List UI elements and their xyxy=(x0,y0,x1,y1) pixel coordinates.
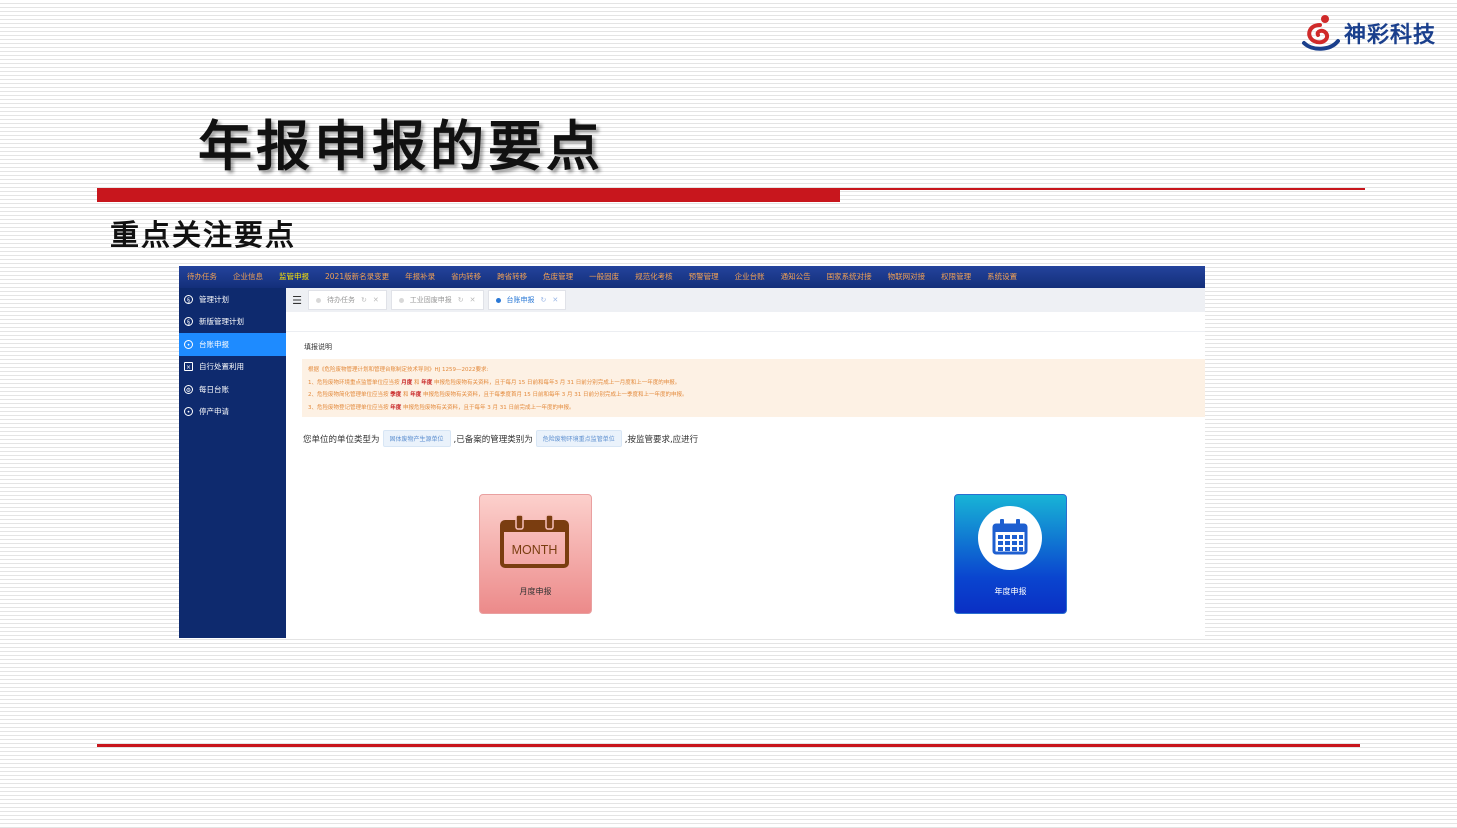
notice-line: 3、危险废物登记管理单位应当按 年度 申报危险废物有关资料，且于每年 3 月 3… xyxy=(308,404,575,411)
tab-dot-icon xyxy=(398,297,404,303)
sidebar-item-stop-production[interactable]: • 停产申请 xyxy=(179,401,286,424)
nav-item-todo[interactable]: 待办任务 xyxy=(179,266,225,288)
section-divider xyxy=(286,331,1205,332)
tab-label: 台账申报 xyxy=(506,296,535,304)
notice-line: 根据《危险废物管理计划和管理台账制定技术导则》HJ 1259—2022要求: xyxy=(308,367,489,373)
sidebar-item-label: 每日台账 xyxy=(199,384,229,394)
unit-middle: ,已备案的管理类别为 xyxy=(453,434,533,445)
sidebar-item-plan[interactable]: § 管理计划 xyxy=(179,288,286,311)
monthly-report-label: 月度申报 xyxy=(519,587,552,596)
annual-report-button[interactable]: 年度申报 xyxy=(954,494,1067,614)
sidebar-item-self-disposal[interactable]: × 自行处置利用 xyxy=(179,356,286,379)
tab-label: 待办任务 xyxy=(327,296,355,304)
section-label: 填报说明 xyxy=(304,343,332,351)
notice-line: 2、危险废物简化管理单位应当按 季度 和 年度 申报危险废物有关资料，且于每季度… xyxy=(308,392,688,398)
close-icon[interactable]: ✕ xyxy=(470,296,476,304)
gear-icon: ⚙ xyxy=(184,384,193,394)
monthly-report-button[interactable]: MONTH 月度申报 xyxy=(479,494,592,614)
tab-todo[interactable]: 待办任务 ↻ ✕ xyxy=(308,290,387,310)
nav-item-intra-province-transfer[interactable]: 省内转移 xyxy=(443,266,489,288)
year-calendar-icon xyxy=(978,506,1042,570)
nav-item-inter-province-transfer[interactable]: 跨省转移 xyxy=(489,266,535,288)
notice-line: 1、危险废物环境重点监管单位应当按 月度 和 年度 申报危险废物有关资料，且于每… xyxy=(308,379,681,386)
footer-divider xyxy=(97,744,1360,747)
close-icon[interactable]: ✕ xyxy=(373,296,379,304)
nav-item-catalog-change[interactable]: 2021版新名录变更 xyxy=(317,266,397,288)
month-calendar-icon: MONTH xyxy=(500,514,569,568)
slide-title: 年报申报的要点 xyxy=(198,114,604,178)
unit-info-line: 您单位的单位类型为 固体废物产生源单位 ,已备案的管理类别为 危险废物环境重点监… xyxy=(303,430,698,447)
refresh-icon[interactable]: ↻ xyxy=(361,296,367,304)
nav-item-annual-supplement[interactable]: 年报补录 xyxy=(397,266,443,288)
sidebar-item-daily-ledger[interactable]: ⚙ 每日台账 xyxy=(179,378,286,401)
unit-type-badge: 固体废物产生源单位 xyxy=(382,430,451,447)
tab-dot-icon xyxy=(495,297,501,303)
app-screenshot: 待办任务 企业信息 监管申报 2021版新名录变更 年报补录 省内转移 跨省转移… xyxy=(179,266,1205,638)
sidebar-item-label: 台账申报 xyxy=(199,339,229,349)
title-divider-thin xyxy=(840,188,1365,190)
refresh-icon[interactable]: ↻ xyxy=(541,296,547,304)
stop-icon: • xyxy=(184,407,193,417)
main-content: ☰ 待办任务 ↻ ✕ 工业固废申报 ↻ ✕ 台账申报 ↻ ✕ 填报说明 根据《危… xyxy=(286,288,1205,638)
sidebar-item-label: 停产申请 xyxy=(199,407,229,417)
nav-item-hazardous-waste[interactable]: 危废管理 xyxy=(535,266,581,288)
instructions-notice: 根据《危险废物管理计划和管理台账制定技术导则》HJ 1259—2022要求: 1… xyxy=(302,359,1205,417)
nav-item-company-info[interactable]: 企业信息 xyxy=(225,266,271,288)
sidebar-item-label: 管理计划 xyxy=(199,294,229,304)
target-icon: • xyxy=(184,339,193,349)
slide-subtitle: 重点关注要点 xyxy=(110,218,297,252)
brand-logo: 神彩科技 xyxy=(1300,12,1450,54)
refresh-icon[interactable]: ↻ xyxy=(458,296,464,304)
plan-icon: § xyxy=(184,317,193,327)
svg-text:MONTH: MONTH xyxy=(512,543,558,557)
nav-item-ledger[interactable]: 企业台账 xyxy=(727,266,773,288)
tab-dot-icon xyxy=(316,297,321,303)
plan-icon: § xyxy=(184,294,193,304)
nav-item-warning[interactable]: 预警管理 xyxy=(681,266,727,288)
sidebar-item-ledger-report[interactable]: • 台账申报 xyxy=(179,333,286,356)
close-icon[interactable]: ✕ xyxy=(552,296,558,304)
unit-prefix: 您单位的单位类型为 xyxy=(303,434,380,445)
nav-item-general-solid-waste[interactable]: 一般固废 xyxy=(581,266,627,288)
nav-item-iot[interactable]: 物联网对接 xyxy=(880,266,934,288)
tab-ledger-report[interactable]: 台账申报 ↻ ✕ xyxy=(487,290,567,310)
nav-item-national-system[interactable]: 国家系统对接 xyxy=(819,266,880,288)
nav-item-supervision-report[interactable]: 监管申报 xyxy=(271,266,317,288)
dispose-icon: × xyxy=(184,362,193,372)
annual-report-label: 年度申报 xyxy=(994,587,1027,596)
sidebar: § 管理计划 § 新版管理计划 • 台账申报 × 自行处置利用 ⚙ 每日台账 •… xyxy=(179,288,286,638)
nav-item-standardization[interactable]: 规范化考核 xyxy=(627,266,681,288)
nav-item-permissions[interactable]: 权限管理 xyxy=(933,266,979,288)
sidebar-item-new-plan[interactable]: § 新版管理计划 xyxy=(179,311,286,334)
sidebar-item-label: 新版管理计划 xyxy=(199,317,244,327)
nav-item-notices[interactable]: 通知公告 xyxy=(773,266,819,288)
brand-logo-icon xyxy=(1302,15,1340,51)
unit-suffix: ,按监管要求,应进行 xyxy=(624,434,699,445)
sidebar-item-label: 自行处置利用 xyxy=(199,362,244,372)
management-category-badge: 危险废物环境重点监管单位 xyxy=(535,430,622,447)
menu-toggle-icon[interactable]: ☰ xyxy=(286,289,308,311)
title-divider-thick xyxy=(97,188,840,202)
tab-label: 工业固废申报 xyxy=(409,296,452,304)
brand-name: 神彩科技 xyxy=(1344,23,1437,48)
tab-solid-waste-report[interactable]: 工业固废申报 ↻ ✕ xyxy=(390,290,484,310)
top-navigation: 待办任务 企业信息 监管申报 2021版新名录变更 年报补录 省内转移 跨省转移… xyxy=(179,266,1205,288)
nav-item-settings[interactable]: 系统设置 xyxy=(979,266,1025,288)
tab-bar: ☰ 待办任务 ↻ ✕ 工业固废申报 ↻ ✕ 台账申报 ↻ ✕ xyxy=(286,288,1205,312)
